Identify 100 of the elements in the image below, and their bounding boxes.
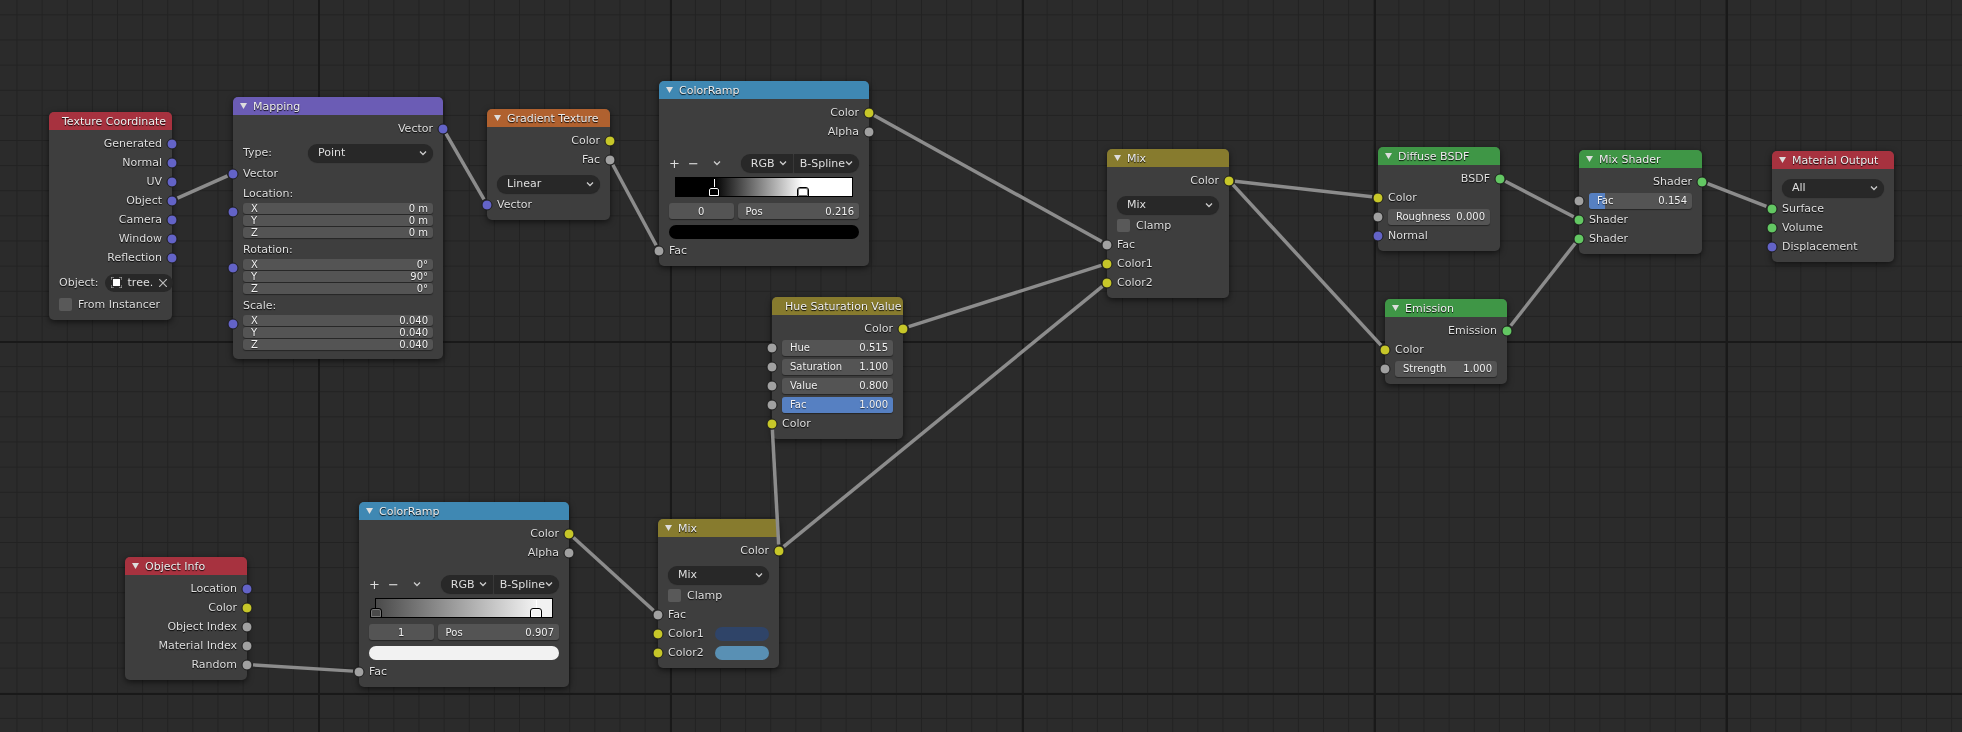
value-field[interactable]: Y 0.040 [243,327,433,338]
add-button[interactable]: + [669,155,680,171]
caret-icon[interactable] [132,563,139,569]
value-field[interactable]: Roughness 0.000 [1388,208,1490,225]
socket[interactable] [1372,192,1384,203]
connection-wire[interactable] [176,174,229,200]
value-field[interactable]: Z 0.040 [243,339,433,350]
value-field[interactable]: Y 0 m [243,215,433,226]
socket[interactable] [652,609,664,620]
socket[interactable] [1766,222,1778,233]
connection-wire[interactable] [908,263,1102,329]
socket[interactable] [1372,211,1384,222]
caret-icon[interactable] [240,103,247,109]
add-button[interactable]: + [369,576,380,592]
node-panel[interactable]: Mix Color Mix Clamp Fac Color1 Color2 [658,519,779,668]
node-panel[interactable]: ColorRamp Color Alpha + − RGB B-Spline 0 Pos 0.216 Fac [659,81,869,266]
value-field[interactable]: X 0 m [243,203,433,214]
node-panel[interactable]: Diffuse BSDF BSDF Color Roughness 0.000 Normal [1378,147,1500,251]
socket[interactable] [863,126,875,137]
socket[interactable] [241,621,253,632]
value-field[interactable]: X 0.040 [243,315,433,326]
caret-icon[interactable] [1586,156,1593,162]
dropdown[interactable]: Linear [497,174,600,193]
value-field[interactable]: Fac 1.000 [782,396,893,413]
dropdown[interactable]: B-Spline [493,575,559,593]
node-header[interactable]: Texture Coordinate [49,112,172,130]
caret-icon[interactable] [366,508,373,514]
connection-wire[interactable] [1504,179,1575,219]
value-field[interactable]: Strength 1.000 [1395,360,1497,377]
connection-wire[interactable] [782,284,1104,549]
connection-wire[interactable] [770,429,781,545]
socket[interactable] [652,647,664,658]
socket[interactable] [1379,363,1391,374]
node-panel[interactable]: Texture Coordinate Generated Normal UV Object Camera Window Reflection Object: tree. From Instancer [49,112,172,320]
socket[interactable] [766,399,778,410]
node-panel[interactable]: Mapping Vector Type: Point Vector Location: X 0 m Y 0 m Z 0 m Rotation: X 0° Y 90° Z 0° Scale: X 0.040 Y 0.040 Z 0.040 [233,97,443,359]
connection-wire[interactable] [1234,179,1373,199]
color-ramp[interactable] [675,177,853,197]
socket[interactable] [897,323,909,334]
node-header[interactable]: Material Output [1772,151,1894,169]
socket[interactable] [353,666,365,677]
value-field[interactable]: Z 0 m [243,227,433,238]
socket[interactable] [766,380,778,391]
value-field[interactable]: Pos 0.216 [737,203,859,219]
caret-icon[interactable] [665,525,672,531]
socket[interactable] [1573,233,1585,244]
caret-icon[interactable] [1114,155,1121,161]
dropdown[interactable]: RGB [740,154,793,172]
object-field[interactable]: tree. [104,273,174,292]
node-header[interactable]: Object Info [125,557,247,575]
dropdown[interactable]: B-Spline [793,154,859,172]
socket[interactable] [773,545,785,556]
caret-icon[interactable] [666,87,673,93]
node-panel[interactable]: Gradient Texture Color Fac Linear Vector [487,109,610,220]
dropdown[interactable]: RGB [440,575,493,593]
node-header[interactable]: Gradient Texture [487,109,610,127]
socket[interactable] [241,602,253,613]
remove-button[interactable]: − [387,576,399,592]
connection-wire[interactable] [1706,182,1768,208]
socket[interactable] [241,659,253,670]
value-field[interactable]: 0 [669,203,734,219]
socket[interactable] [1101,277,1113,288]
dropdown[interactable]: All [1782,178,1884,197]
caret-icon[interactable] [1392,305,1399,311]
connection-wire[interactable] [873,113,1103,244]
value-field[interactable]: Y 90° [243,271,433,282]
socket[interactable] [653,245,665,256]
color-swatch[interactable] [369,646,559,660]
value-field[interactable]: Pos 0.907 [437,624,559,640]
connection-wire[interactable] [572,536,655,612]
node-panel[interactable]: Emission Emission Color Strength 1.000 [1385,299,1507,384]
color-swatch[interactable] [669,225,859,239]
socket[interactable] [863,107,875,118]
caret-icon[interactable] [494,115,501,121]
socket[interactable] [766,342,778,353]
socket[interactable] [766,418,778,429]
value-field[interactable]: X 0° [243,259,433,270]
ramp-stop[interactable] [797,188,808,196]
socket[interactable] [1494,173,1506,184]
node-panel[interactable]: Object Info Location Color Object Index Material Index Random [125,557,247,680]
value-field[interactable]: Hue 0.515 [782,339,893,356]
caret-icon[interactable] [1385,153,1392,159]
node-panel[interactable]: ColorRamp Color Alpha + − RGB B-Spline 1 Pos 0.907 Fac [359,502,569,687]
node-panel[interactable]: Hue Saturation Value Color Hue 0.515 Saturation 1.100 Value 0.800 Fac 1.000 Color [772,297,903,439]
socket[interactable] [563,547,575,558]
node-header[interactable]: Mapping [233,97,443,115]
connection-wire[interactable] [252,663,354,673]
socket[interactable] [1573,214,1585,225]
value-field[interactable]: Value 0.800 [782,377,893,394]
node-panel[interactable]: Material Output All Surface Volume Displacement [1772,151,1894,262]
socket[interactable] [604,135,616,146]
node-header[interactable]: Hue Saturation Value [772,297,903,315]
connection-wire[interactable] [1231,183,1383,347]
socket[interactable] [652,628,664,639]
dropdown[interactable]: Mix [668,565,769,584]
caret-icon[interactable] [1779,157,1786,163]
connection-wire[interactable] [444,132,486,201]
color-swatch[interactable] [715,626,769,641]
socket[interactable] [1696,176,1708,187]
node-header[interactable]: Mix [1107,149,1229,167]
